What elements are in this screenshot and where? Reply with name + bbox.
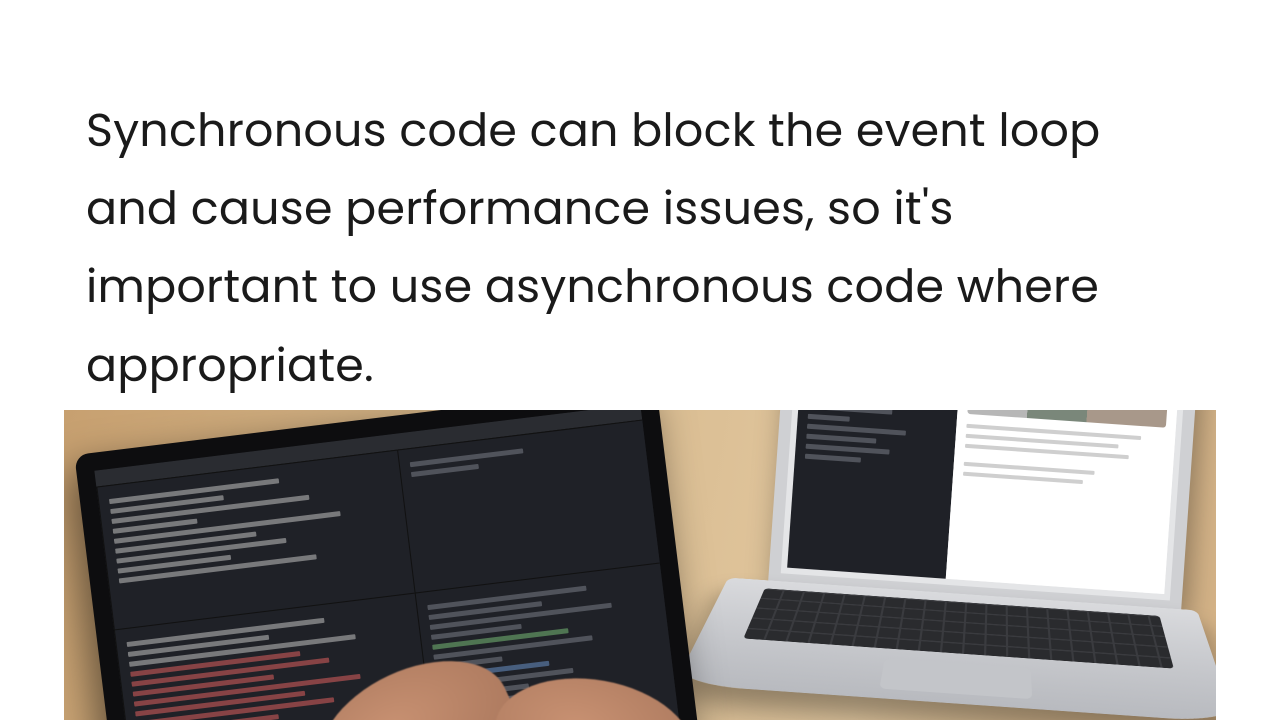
- laptop-right-sidebar: [787, 410, 961, 579]
- laptop-right: [757, 410, 1215, 720]
- laptop-right-page: [946, 410, 1180, 594]
- laptop-left: [74, 410, 705, 720]
- laptop-right-trackpad: [879, 658, 1032, 699]
- laptop-right-screen: [768, 410, 1199, 613]
- body-text: Synchronous code can block the event loo…: [86, 92, 1196, 405]
- laptop-left-screen: [74, 410, 705, 720]
- slide: Synchronous code can block the event loo…: [0, 0, 1280, 720]
- hero-photo: [64, 410, 1216, 720]
